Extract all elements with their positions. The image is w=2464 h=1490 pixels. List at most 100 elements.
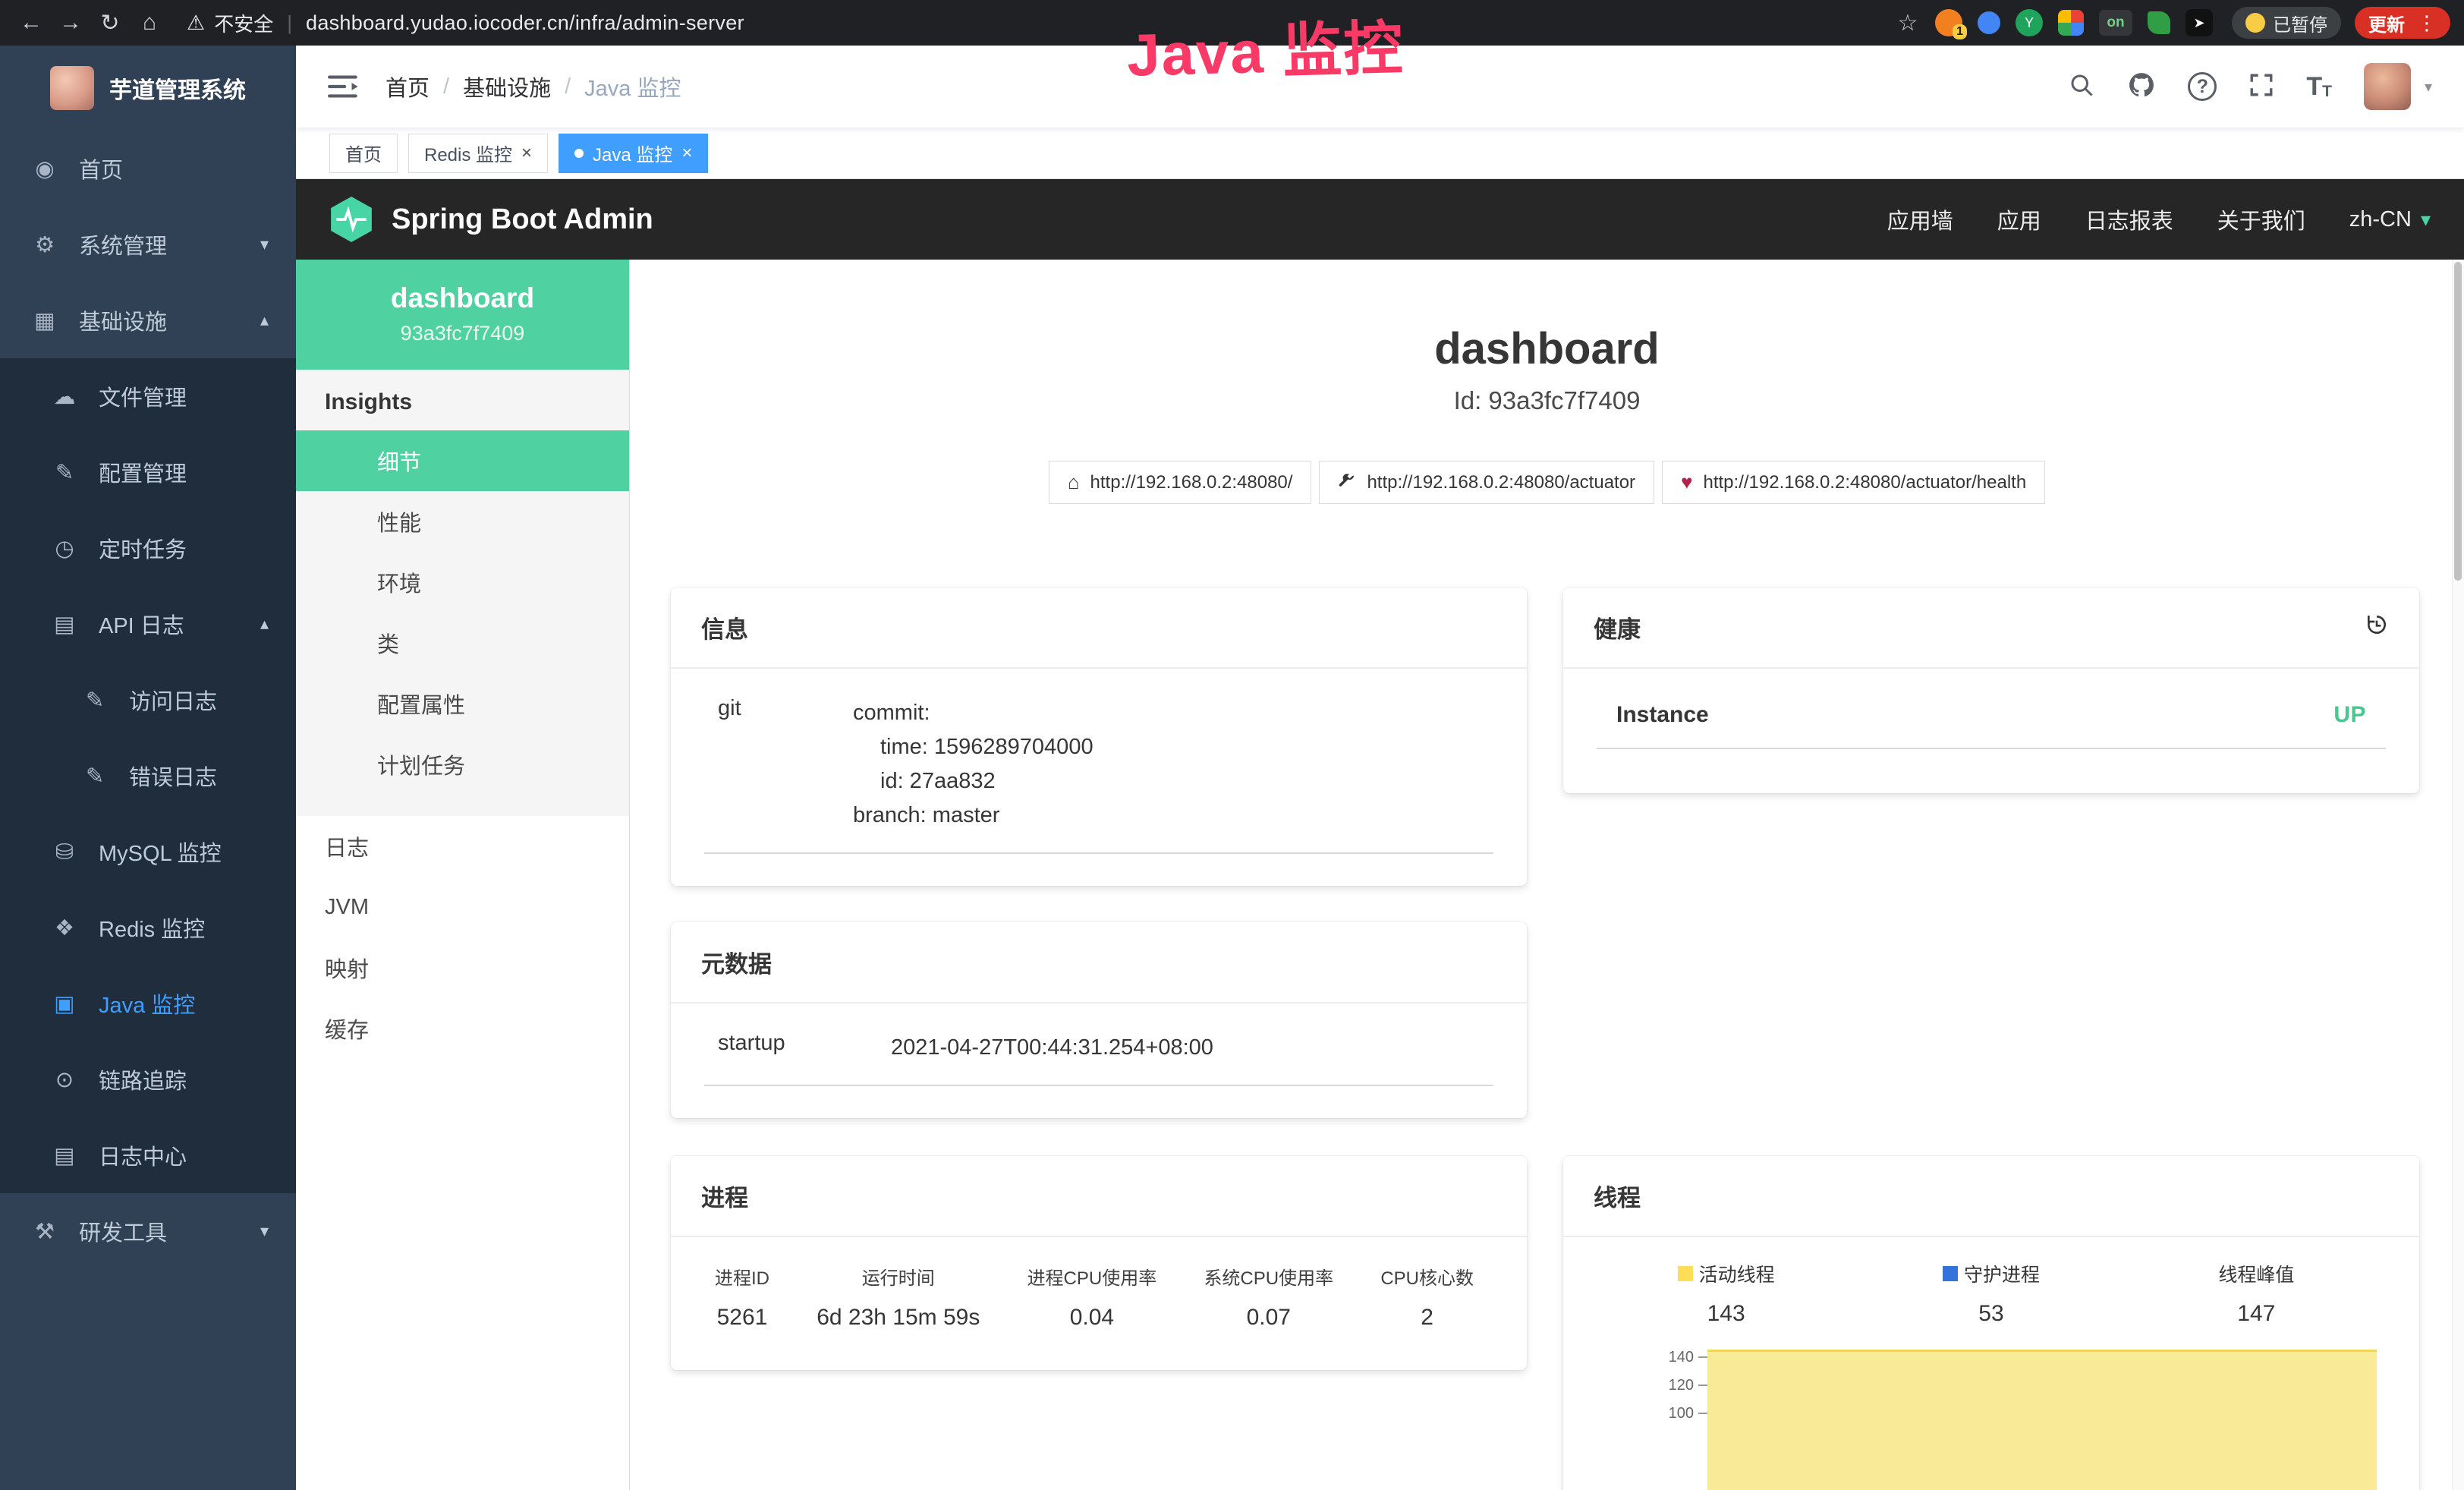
legend-peak-threads: 线程峰值 147 <box>2124 1260 2389 1327</box>
sidebar-item-mysql-monitor[interactable]: ⛁ MySQL 监控 <box>0 814 296 890</box>
sidebar-item-home[interactable]: ◉ 首页 <box>0 131 296 206</box>
browser-home-icon[interactable]: ⌂ <box>132 5 167 40</box>
card-title: 线程 <box>1563 1156 2419 1237</box>
avatar-caret-icon[interactable]: ▾ <box>2425 77 2432 96</box>
sidebar-item-infrastructure[interactable]: ▦ 基础设施 ▴ <box>0 282 296 358</box>
sba-brand[interactable]: Spring Boot Admin <box>329 196 653 243</box>
sidebar-item-config-management[interactable]: ✎ 配置管理 <box>0 434 296 510</box>
sidebar-item-redis-monitor[interactable]: ❖ Redis 监控 <box>0 890 296 966</box>
eye-icon: ⊙ <box>50 1066 79 1093</box>
close-icon[interactable]: × <box>681 144 692 162</box>
extension-icon-plane[interactable]: ➤ <box>2186 9 2213 36</box>
fullscreen-icon[interactable] <box>2248 72 2274 102</box>
sba-menu-details[interactable]: 细节 <box>296 430 629 491</box>
scrollbar-thumb[interactable] <box>2454 262 2462 581</box>
sidebar-item-java-monitor[interactable]: ▣ Java 监控 <box>0 966 296 1041</box>
forward-icon[interactable]: → <box>53 5 88 40</box>
app-logo-row[interactable]: 芋道管理系统 <box>0 46 296 131</box>
sidebar-item-label: Java 监控 <box>99 988 195 1019</box>
sidebar-item-access-logs[interactable]: ✎ 访问日志 <box>0 662 296 738</box>
process-col-header: 进程ID <box>715 1263 769 1290</box>
extension-icon-on[interactable]: on <box>2099 10 2132 36</box>
app-title: 芋道管理系统 <box>109 71 246 105</box>
github-icon[interactable] <box>2127 71 2156 103</box>
address-url[interactable]: dashboard.yudao.iocoder.cn/infra/admin-s… <box>306 11 744 35</box>
sidebar-item-log-center[interactable]: ▤ 日志中心 <box>0 1117 296 1193</box>
bookmark-star-icon[interactable]: ☆ <box>1890 5 1925 40</box>
close-icon[interactable]: × <box>521 144 532 162</box>
process-col: CPU核心数 2 <box>1380 1263 1474 1331</box>
database-icon: ⛁ <box>50 839 79 865</box>
sidebar-item-file-management[interactable]: ☁ 文件管理 <box>0 358 296 434</box>
breadcrumb-home[interactable]: 首页 <box>385 71 430 102</box>
sba-menu-caches[interactable]: 缓存 <box>296 998 629 1059</box>
sba-menu-scheduled-tasks[interactable]: 计划任务 <box>296 734 629 795</box>
tab-java-monitor[interactable]: Java 监控 × <box>559 134 708 173</box>
sidebar-item-label: 错误日志 <box>129 760 217 792</box>
sidebar-item-scheduled-jobs[interactable]: ◷ 定时任务 <box>0 510 296 586</box>
sba-menu-beans[interactable]: 类 <box>296 613 629 673</box>
browser-menu-icon[interactable]: ⋮ <box>2417 11 2437 35</box>
sba-menu-jvm[interactable]: JVM <box>296 877 629 937</box>
process-col-value: 5261 <box>715 1305 769 1331</box>
search-icon[interactable] <box>2068 71 2095 102</box>
instance-link-home[interactable]: ⌂ http://192.168.0.2:48080/ <box>1049 461 1312 504</box>
sidebar-item-label: MySQL 监控 <box>99 836 222 868</box>
sba-menu-mappings[interactable]: 映射 <box>296 937 629 998</box>
font-size-icon[interactable]: TT <box>2306 74 2332 99</box>
sba-menu-metrics[interactable]: 性能 <box>296 491 629 552</box>
back-icon[interactable]: ← <box>14 5 49 40</box>
instance-link-actuator[interactable]: http://192.168.0.2:48080/actuator <box>1319 461 1654 504</box>
git-id-line: id: 27aa832 <box>853 764 1496 799</box>
extension-icon-green[interactable]: Y <box>2016 9 2043 36</box>
sba-nav-wallboard[interactable]: 应用墙 <box>1887 203 1953 235</box>
cards-row-1: 信息 git commit: time: 1596289704000 id: 2… <box>671 587 2423 886</box>
tick-mark <box>1698 1356 1707 1358</box>
process-col-header: 系统CPU使用率 <box>1204 1263 1333 1290</box>
avatar[interactable] <box>2364 63 2411 110</box>
sba-nav-journal[interactable]: 日志报表 <box>2085 203 2173 235</box>
sba-nav-about[interactable]: 关于我们 <box>2217 203 2305 235</box>
history-icon[interactable] <box>2365 613 2389 643</box>
sba-content: dashboard Id: 93a3fc7f7409 ⌂ http://192.… <box>630 260 2464 1490</box>
info-card: 信息 git commit: time: 1596289704000 id: 2… <box>671 587 1527 886</box>
live-threads-area <box>1707 1350 2377 1490</box>
process-col: 进程CPU使用率 0.04 <box>1027 1263 1157 1331</box>
locale-select[interactable]: zh-CN ▾ <box>2349 207 2431 232</box>
breadcrumb-section[interactable]: 基础设施 <box>463 71 551 102</box>
sidebar-item-dev-tools[interactable]: ⚒ 研发工具 ▾ <box>0 1193 296 1269</box>
sba-nav-applications[interactable]: 应用 <box>1997 203 2041 235</box>
info-card-title: 信息 <box>701 610 748 644</box>
extension-icon-drop[interactable] <box>1978 11 2000 34</box>
info-row: git commit: time: 1596289704000 id: 27aa… <box>671 669 1527 833</box>
chevron-down-icon: ▾ <box>2421 208 2431 232</box>
extension-icon-grid[interactable] <box>2058 10 2084 36</box>
refresh-icon[interactable]: ↻ <box>93 5 127 40</box>
sidebar-item-error-logs[interactable]: ✎ 错误日志 <box>0 738 296 814</box>
help-icon[interactable]: ? <box>2188 72 2217 101</box>
sba-menu-config-props[interactable]: 配置属性 <box>296 673 629 734</box>
git-branch-line: branch: master <box>853 799 1496 833</box>
sba-menu-logging[interactable]: 日志 <box>296 816 629 877</box>
instance-link-health[interactable]: ♥ http://192.168.0.2:48080/actuator/heal… <box>1662 461 2045 504</box>
tab-redis-monitor[interactable]: Redis 监控 × <box>408 134 548 173</box>
metadata-row-label: startup <box>701 1031 891 1056</box>
sba-menu-environment[interactable]: 环境 <box>296 552 629 613</box>
process-col-value: 2 <box>1380 1305 1474 1331</box>
sidebar-item-system-management[interactable]: ⚙ 系统管理 ▾ <box>0 206 296 282</box>
process-card-title: 进程 <box>701 1179 748 1213</box>
sidebar-item-tracing[interactable]: ⊙ 链路追踪 <box>0 1041 296 1117</box>
sidebar-item-api-logs[interactable]: ▤ API 日志 ▴ <box>0 586 296 662</box>
instance-header[interactable]: dashboard 93a3fc7f7409 <box>296 260 629 370</box>
security-status[interactable]: ⚠ 不安全 <box>187 9 273 37</box>
tab-home[interactable]: 首页 <box>329 134 398 173</box>
extension-icon-leaf[interactable] <box>2148 11 2170 34</box>
sidebar-item-label: 系统管理 <box>79 228 167 260</box>
paused-badge[interactable]: 已暂停 <box>2232 7 2341 39</box>
sba-nav: 应用墙 应用 日志报表 关于我们 zh-CN ▾ <box>1887 203 2431 235</box>
extension-icon-orange[interactable] <box>1935 9 1962 36</box>
content-scrollbar[interactable] <box>2452 260 2464 1490</box>
paused-label: 已暂停 <box>2273 10 2327 36</box>
update-button[interactable]: 更新 ⋮ <box>2355 7 2450 39</box>
hamburger-icon[interactable] <box>328 73 360 100</box>
